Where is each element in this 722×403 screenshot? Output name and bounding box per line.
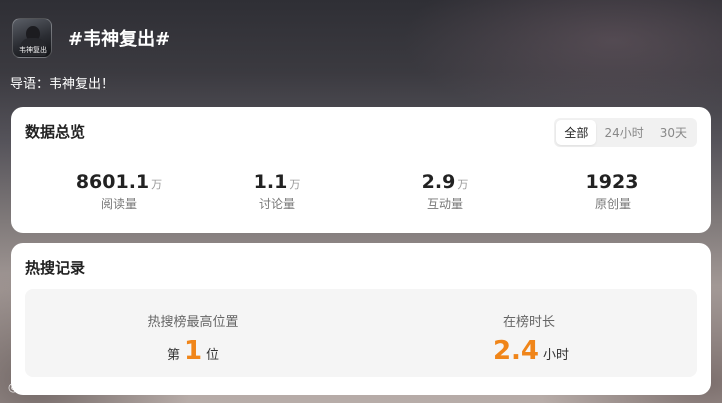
stats-row: 8601.1 万 阅读量 1.1 万 讨论量 2.9 万 互动量 1923 原创量 (11, 171, 711, 219)
duration-value: 2.4 (492, 336, 540, 366)
weibo-icon: ◎ (8, 379, 19, 394)
stat-interact-label: 互动量 (426, 197, 463, 211)
avatar-caption: 韦神复出 (19, 46, 47, 54)
stat-interact-unit: 万 (457, 178, 469, 191)
hot-search-card: 热搜记录 热搜榜最高位置 第1位 在榜时长 2.4 小时 (11, 243, 711, 395)
duration-suffix: 小时 (543, 348, 570, 363)
stat-discuss-unit: 万 (289, 178, 301, 191)
stat-interact: 2.9 万 互动量 (365, 171, 525, 212)
duration-label: 在榜时长 (502, 315, 555, 330)
stat-original: 1923 原创量 (533, 171, 693, 212)
hot-search-panel: 热搜榜最高位置 第1位 在榜时长 2.4 小时 (25, 289, 697, 377)
duration-block: 在榜时长 2.4 小时 (361, 289, 697, 377)
topic-avatar[interactable]: 韦神复出 (12, 18, 52, 58)
highest-rank-block: 热搜榜最高位置 第1位 (25, 289, 361, 377)
highest-rank-suffix: 位 (206, 348, 220, 363)
highest-rank-label: 热搜榜最高位置 (147, 315, 239, 330)
tab-24h[interactable]: 24小时 (596, 120, 651, 145)
stat-discuss-value: 1.1 (253, 171, 288, 193)
highest-rank-value-line: 第1位 (25, 336, 361, 366)
highest-rank-prefix: 第 (166, 348, 180, 363)
stat-discuss: 1.1 万 讨论量 (197, 171, 357, 212)
stat-discuss-label: 讨论量 (258, 197, 295, 211)
stat-read-label: 阅读量 (100, 197, 137, 211)
stat-read-unit: 万 (151, 178, 163, 191)
stat-original-value: 1923 (585, 171, 639, 193)
hot-search-title: 热搜记录 (25, 259, 86, 277)
stat-read-value: 8601.1 (75, 171, 150, 193)
data-overview-card: 数据总览 全部 24小时 30天 8601.1 万 阅读量 1.1 万 讨论量 2.… (11, 107, 711, 233)
duration-value-line: 2.4 小时 (361, 336, 697, 366)
watermark: ◎ 大敗暗靖 (8, 378, 70, 395)
stat-interact-value: 2.9 (421, 171, 456, 193)
topic-title: #韦神复出# (68, 29, 171, 50)
time-range-tabs: 全部 24小时 30天 (554, 118, 697, 147)
data-overview-title: 数据总览 (25, 123, 86, 141)
topic-header: 韦神复出 #韦神复出# (12, 18, 170, 58)
topic-lead: 导语：韦神复出！ (10, 77, 115, 92)
stat-read: 8601.1 万 阅读量 (39, 171, 199, 212)
tab-30d[interactable]: 30天 (652, 120, 695, 145)
highest-rank-value: 1 (183, 336, 203, 366)
tab-all[interactable]: 全部 (556, 120, 597, 145)
watermark-text: 大敗暗靖 (21, 380, 70, 394)
stat-original-label: 原创量 (594, 197, 631, 211)
